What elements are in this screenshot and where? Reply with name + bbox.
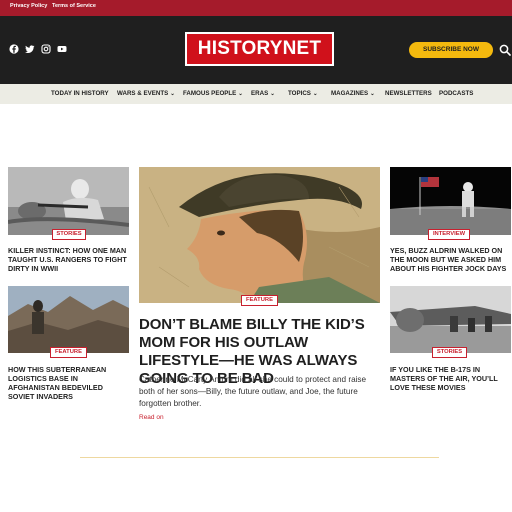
category-badge[interactable]: INTERVIEW — [428, 229, 470, 240]
article-thumbnail-afghanistan-base[interactable] — [8, 286, 129, 353]
chevron-down-icon: ⌄ — [370, 91, 375, 97]
chevron-down-icon: ⌄ — [270, 91, 275, 97]
nav-item-wars-events[interactable]: WARS & EVENTS ⌄ — [117, 90, 175, 97]
subscribe-button[interactable]: SUBSCRIBE NOW — [409, 42, 493, 58]
site-logo[interactable]: HISTORYNET — [185, 32, 334, 66]
chevron-down-icon: ⌄ — [238, 91, 243, 97]
nav-item-newsletters[interactable]: NEWSLETTERS — [385, 90, 432, 97]
terms-of-service-link[interactable]: Terms of Service — [52, 3, 96, 9]
category-badge[interactable]: STORIES — [52, 229, 86, 240]
nav-item-eras[interactable]: ERAS ⌄ — [251, 90, 275, 97]
article-thumbnail-b17-movies[interactable] — [390, 286, 511, 353]
article-title-wwii-rangers[interactable]: KILLER INSTINCT: HOW ONE MAN TAUGHT U.S.… — [8, 246, 130, 273]
article-hero-image-billy-the-kid[interactable] — [139, 167, 380, 303]
top-utility-bar: Privacy Policy Terms of Service — [0, 0, 512, 16]
category-badge[interactable]: FEATURE — [50, 347, 87, 358]
article-title-afghanistan-base[interactable]: HOW THIS SUBTERRANEAN LOGISTICS BASE IN … — [8, 365, 130, 401]
facebook-icon[interactable] — [9, 44, 19, 54]
youtube-icon[interactable] — [57, 44, 67, 54]
twitter-icon[interactable] — [25, 44, 35, 54]
article-excerpt: Catherine McCarty Antrim did all she cou… — [139, 375, 367, 408]
instagram-icon[interactable] — [41, 44, 51, 54]
section-divider — [80, 457, 439, 458]
article-thumbnail-wwii-rangers[interactable] — [8, 167, 129, 235]
privacy-policy-link[interactable]: Privacy Policy — [10, 3, 47, 9]
nav-item-famous-people[interactable]: FAMOUS PEOPLE ⌄ — [183, 90, 243, 97]
search-icon[interactable] — [499, 44, 511, 56]
read-on-link[interactable]: Read on — [139, 414, 164, 421]
main-navigation: TODAY IN HISTORY WARS & EVENTS ⌄ FAMOUS P… — [0, 84, 512, 104]
article-thumbnail-buzz-aldrin[interactable] — [390, 167, 511, 235]
chevron-down-icon: ⌄ — [312, 91, 318, 97]
article-title-b17-movies[interactable]: IF YOU LIKE THE B-17S IN MASTERS OF THE … — [390, 365, 511, 392]
nav-item-magazines[interactable]: MAGAZINES ⌄ — [331, 90, 375, 97]
category-badge[interactable]: FEATURE — [241, 295, 278, 306]
nav-item-podcasts[interactable]: PODCASTS — [439, 90, 473, 97]
chevron-down-icon: ⌄ — [170, 91, 175, 97]
article-title-buzz-aldrin[interactable]: YES, BUZZ ALDRIN WALKED ON THE MOON BUT … — [390, 246, 511, 273]
nav-item-topics[interactable]: TOPICS ⌄ — [288, 90, 318, 97]
nav-item-today-in-history[interactable]: TODAY IN HISTORY — [51, 90, 109, 97]
site-header: HISTORYNET SUBSCRIBE NOW — [0, 16, 512, 84]
category-badge[interactable]: STORIES — [432, 347, 467, 358]
